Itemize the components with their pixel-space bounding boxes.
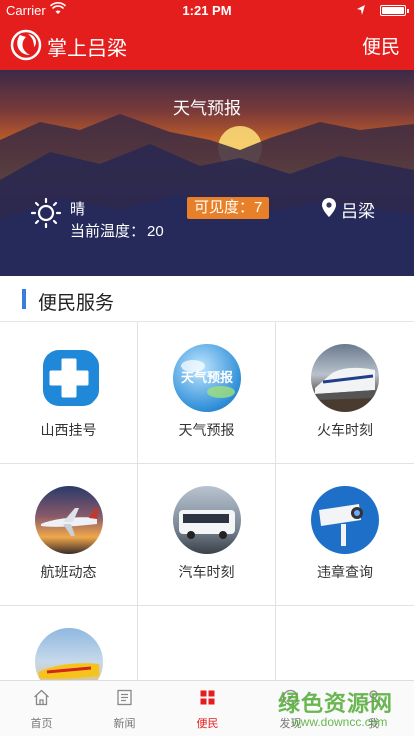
- service-item-courier[interactable]: [0, 606, 138, 680]
- current-temperature: 当前温度： 20: [70, 220, 164, 241]
- home-icon: [34, 689, 49, 706]
- tab-label: 便民: [196, 718, 219, 730]
- weather-title: 天气预报: [173, 99, 241, 118]
- location-pin-icon: [322, 198, 336, 217]
- battery-icon: [380, 5, 409, 16]
- sunny-icon: [30, 197, 62, 229]
- watermark-url: www.downcc.com: [292, 715, 388, 729]
- status-bar: Carrier 1:21 PM: [0, 0, 414, 20]
- courier-plane-icon: [35, 628, 103, 680]
- svg-text:天气预报: 天气预报: [181, 370, 234, 386]
- location-arrow-icon: [357, 5, 365, 15]
- temperature-value: 20: [147, 223, 164, 240]
- service-label: 天气预报: [178, 422, 235, 438]
- bus-icon: [173, 486, 241, 554]
- nav-right-button[interactable]: 便民: [362, 32, 400, 59]
- service-label: 火车时刻: [317, 422, 373, 438]
- weather-condition: 晴: [70, 201, 86, 218]
- clock: 1:21 PM: [182, 3, 232, 18]
- empty-cell: [138, 606, 276, 680]
- train-icon: [311, 344, 379, 412]
- weather-banner[interactable]: 天气预报 晴 当前温度： 20 可见度：7 吕梁: [0, 70, 414, 276]
- service-label: 山西挂号: [40, 422, 97, 438]
- section-header: 便民服务: [0, 276, 414, 322]
- app-title: 掌上吕梁: [47, 38, 127, 60]
- service-item-hospital-registration[interactable]: 山西挂号: [0, 322, 138, 464]
- tab-news[interactable]: 新闻: [83, 681, 166, 736]
- empty-cell: [276, 606, 414, 680]
- tab-label: 新闻: [113, 718, 136, 730]
- airplane-icon: [35, 486, 103, 554]
- service-item-traffic-violation[interactable]: 违章查询: [276, 464, 414, 606]
- section-title: 便民服务: [38, 293, 115, 314]
- service-item-weather[interactable]: 天气预报 天气预报: [138, 322, 276, 464]
- medical-cross-icon: [35, 344, 103, 412]
- temperature-label: 当前温度：: [70, 223, 146, 240]
- visibility-badge: 可见度：7: [187, 197, 270, 219]
- weather-forecast-icon: 天气预报: [173, 344, 241, 412]
- city-name: 吕梁: [341, 202, 375, 221]
- tab-label: 首页: [30, 718, 53, 730]
- service-label: 汽车时刻: [178, 564, 235, 580]
- service-label: 航班动态: [40, 564, 97, 580]
- service-item-bus[interactable]: 汽车时刻: [138, 464, 276, 606]
- grid-icon: [200, 690, 215, 705]
- watermark-title: 绿色资源网: [278, 691, 394, 716]
- tab-home[interactable]: 首页: [0, 681, 83, 736]
- traffic-camera-icon: [311, 486, 379, 554]
- app-logo-icon: [10, 29, 42, 61]
- service-label: 违章查询: [317, 564, 373, 580]
- news-icon: [117, 689, 132, 706]
- site-watermark: 绿色资源网 www.downcc.com: [274, 682, 414, 734]
- section-accent-bar: [22, 289, 26, 309]
- tab-services[interactable]: 便民: [166, 681, 249, 736]
- service-grid: 山西挂号 天气预报 天气预报 火车时刻 航班动态 汽车时刻 违章查询: [0, 322, 414, 680]
- navigation-bar: 掌上吕梁 便民: [0, 20, 414, 70]
- service-item-flight[interactable]: 航班动态: [0, 464, 138, 606]
- service-item-train[interactable]: 火车时刻: [276, 322, 414, 464]
